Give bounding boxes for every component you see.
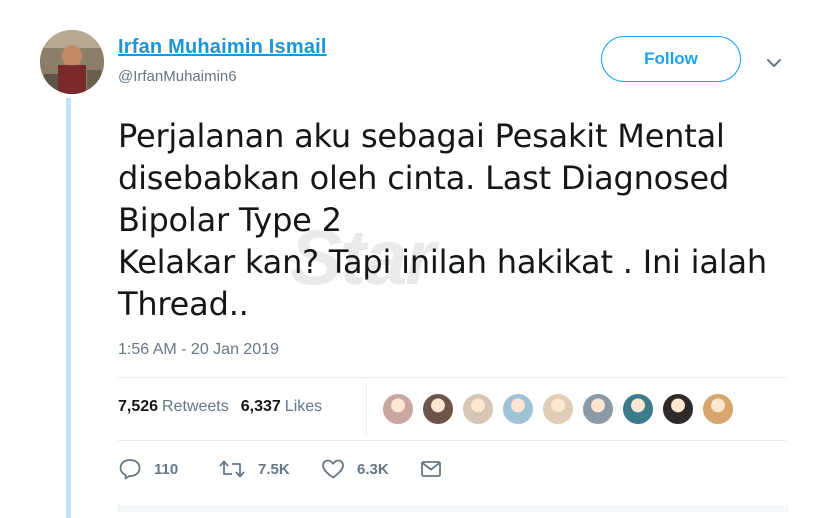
reply-button[interactable]: 110 [118, 458, 218, 480]
retweet-button[interactable]: 7.5K [218, 458, 321, 480]
like-count: 6.3K [357, 460, 389, 478]
liker-avatar[interactable] [462, 393, 494, 425]
liker-avatar[interactable] [382, 393, 414, 425]
avatar-photo [40, 30, 104, 94]
liker-avatar[interactable] [702, 393, 734, 425]
reply-count: 110 [154, 460, 179, 478]
retweet-icon [218, 458, 246, 480]
liker-avatars [382, 393, 742, 425]
heart-icon [321, 458, 345, 480]
likes-stat[interactable]: 6,337 Likes [241, 398, 322, 415]
tweet-stats: 7,526 Retweets 6,337 Likes [118, 398, 322, 416]
follow-button[interactable]: Follow [601, 36, 741, 82]
thread-connector-line [66, 98, 71, 518]
tweet-text: Perjalanan aku sebagai Pesakit Mental di… [118, 117, 767, 323]
stats-divider [366, 383, 367, 435]
reply-box-edge [118, 505, 788, 512]
liker-avatar[interactable] [502, 393, 534, 425]
author-name[interactable]: Irfan Muhaimin Ismail [118, 36, 327, 59]
liker-avatar[interactable] [622, 393, 654, 425]
retweet-count: 7.5K [258, 460, 290, 478]
tweet-actions: 110 7.5K 6.3K [118, 458, 443, 480]
retweets-label: Retweets [162, 398, 229, 415]
author-handle[interactable]: @IrfanMuhaimin6 [118, 68, 237, 85]
divider [118, 440, 786, 441]
likes-label: Likes [284, 398, 323, 415]
chevron-down-icon[interactable] [764, 55, 784, 71]
retweets-count: 7,526 [118, 398, 159, 415]
divider [118, 377, 786, 378]
avatar[interactable] [40, 30, 104, 94]
reply-icon [118, 458, 142, 480]
direct-message-button[interactable] [419, 458, 443, 480]
envelope-icon [419, 458, 443, 480]
liker-avatar[interactable] [662, 393, 694, 425]
liker-avatar[interactable] [542, 393, 574, 425]
tweet-timestamp[interactable]: 1:56 AM - 20 Jan 2019 [118, 341, 279, 359]
like-button[interactable]: 6.3K [321, 458, 419, 480]
liker-avatar[interactable] [422, 393, 454, 425]
liker-avatar[interactable] [582, 393, 614, 425]
retweets-stat[interactable]: 7,526 Retweets [118, 398, 229, 415]
likes-count: 6,337 [240, 398, 281, 415]
